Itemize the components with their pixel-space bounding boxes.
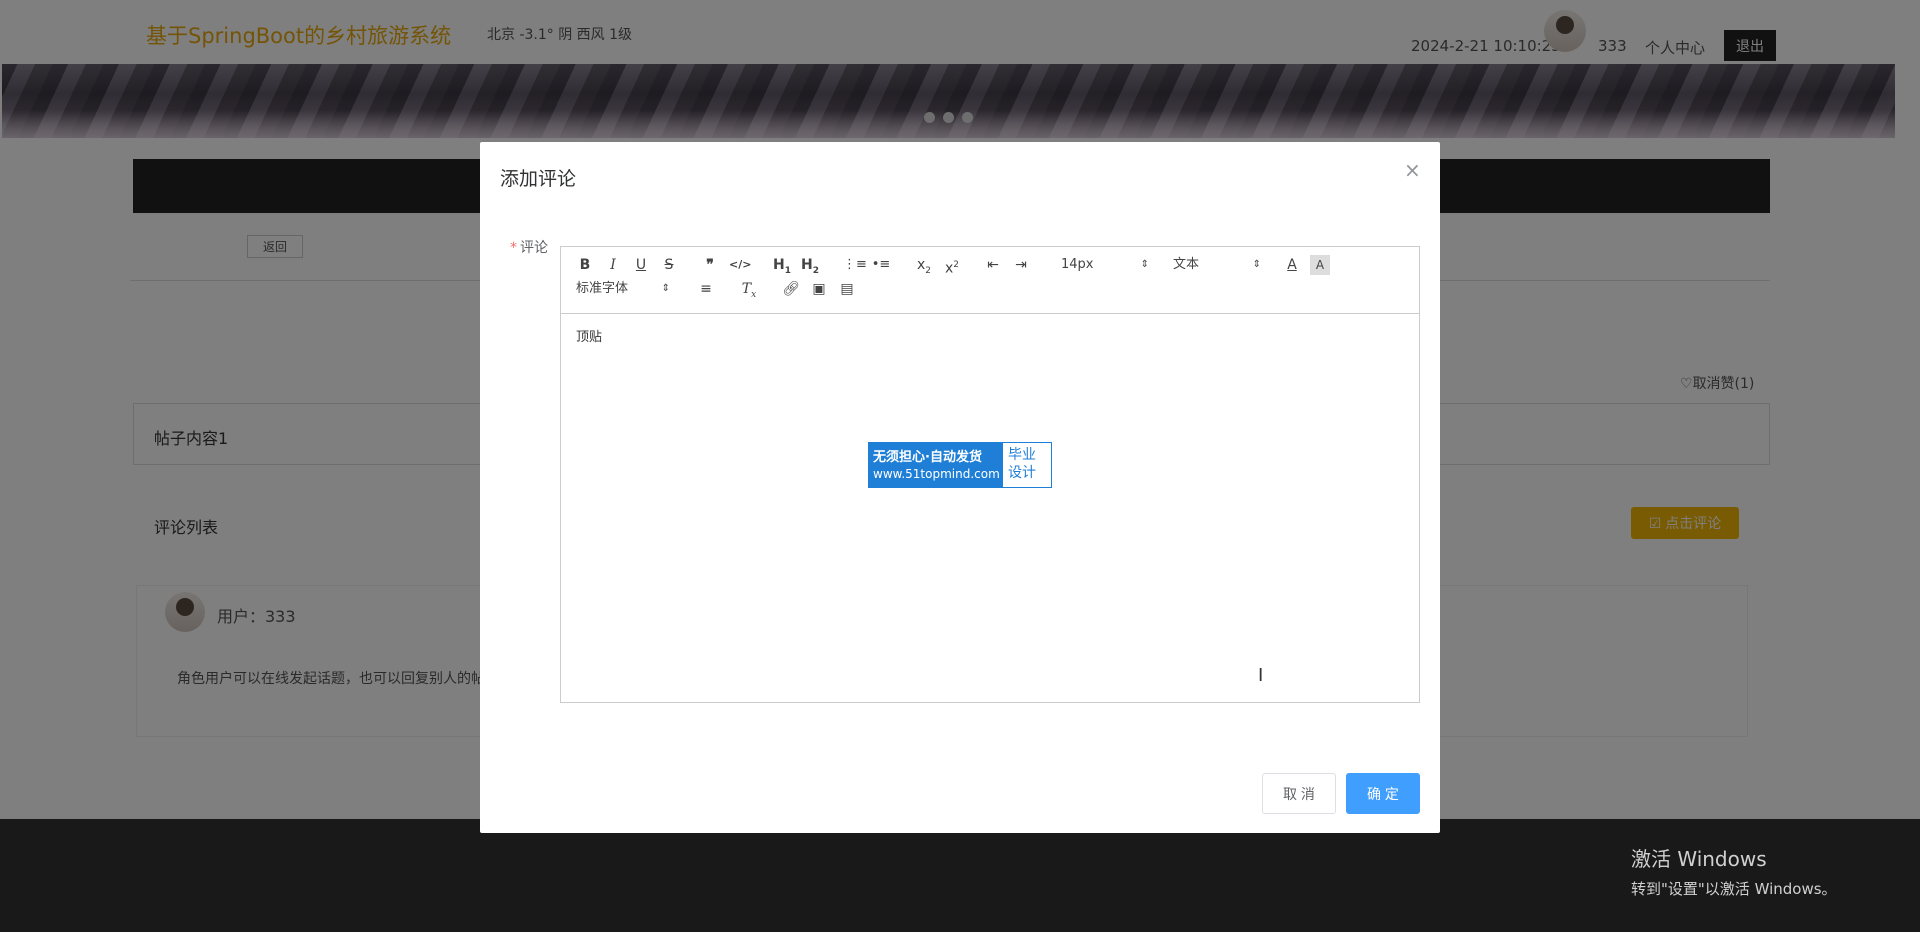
site-watermark-badge: 无须担心·自动发货 www.51topmind.com 毕业设计 <box>868 442 1052 488</box>
select-arrows-icon: ⇕ <box>1252 259 1261 270</box>
font-family-select[interactable]: 标准字体 ⇕ <box>576 279 670 299</box>
video-icon[interactable]: ▤ <box>837 279 857 299</box>
superscript-icon[interactable]: x2 <box>941 255 963 277</box>
link-icon[interactable]: 🔗︎ <box>781 279 801 299</box>
underline-icon[interactable]: U <box>632 255 650 275</box>
strikethrough-icon[interactable]: S <box>660 255 678 275</box>
font-color-icon[interactable]: A <box>1282 255 1302 275</box>
font-size-select[interactable]: 14px ⇕ <box>1061 255 1149 275</box>
select-arrows-icon: ⇕ <box>1140 259 1149 270</box>
dialog-title: 添加评论 <box>500 168 577 190</box>
editor-toolbar: B I U S ❞ </> H1 H2 ⋮≡ •≡ x2 x2 ⇤ ⇥ 14px… <box>561 247 1419 314</box>
subscript-icon[interactable]: x2 <box>913 255 935 276</box>
heading-1-icon[interactable]: H1 <box>771 255 793 276</box>
bold-icon[interactable]: B <box>576 255 594 275</box>
watermark-line1: 无须担心·自动发货 <box>873 450 982 465</box>
blockquote-icon[interactable]: ❞ <box>701 255 719 275</box>
watermark-right: 毕业设计 <box>1003 443 1051 487</box>
watermark-line2: www.51topmind.com <box>873 467 1000 481</box>
image-icon[interactable]: ▣ <box>809 279 829 299</box>
block-type-value: 文本 <box>1173 257 1200 272</box>
heading-2-icon[interactable]: H2 <box>799 255 821 276</box>
bullet-list-icon[interactable]: •≡ <box>871 255 891 275</box>
font-family-value: 标准字体 <box>576 281 629 296</box>
ordered-list-icon[interactable]: ⋮≡ <box>843 255 867 275</box>
select-arrows-icon: ⇕ <box>661 283 670 294</box>
clear-format-icon[interactable]: Tx <box>739 279 759 300</box>
comment-label-text: 评论 <box>520 240 548 256</box>
text-cursor-icon: I <box>1258 665 1264 686</box>
code-block-icon[interactable]: </> <box>729 255 751 275</box>
windows-activation-title: 激活 Windows <box>1631 847 1767 871</box>
background-color-icon[interactable]: A <box>1310 255 1330 275</box>
close-icon[interactable]: × <box>1404 158 1421 182</box>
watermark-left: 无须担心·自动发货 www.51topmind.com <box>869 443 1003 487</box>
editor-content[interactable]: 顶贴 <box>576 326 602 345</box>
italic-icon[interactable]: I <box>604 255 622 275</box>
indent-icon[interactable]: ⇥ <box>1011 255 1031 275</box>
outdent-icon[interactable]: ⇤ <box>983 255 1003 275</box>
required-asterisk: * <box>510 240 517 256</box>
windows-activation-watermark: 激活 Windows 转到"设置"以激活 Windows。 <box>1631 843 1837 899</box>
cancel-button[interactable]: 取 消 <box>1262 773 1336 814</box>
block-type-select[interactable]: 文本 ⇕ <box>1173 255 1261 275</box>
confirm-button[interactable]: 确 定 <box>1346 773 1420 814</box>
windows-activation-subtitle: 转到"设置"以激活 Windows。 <box>1631 880 1837 898</box>
comment-field-label: * 评论 <box>510 237 548 257</box>
align-icon[interactable]: ≡ <box>696 279 716 299</box>
font-size-value: 14px <box>1061 257 1094 272</box>
